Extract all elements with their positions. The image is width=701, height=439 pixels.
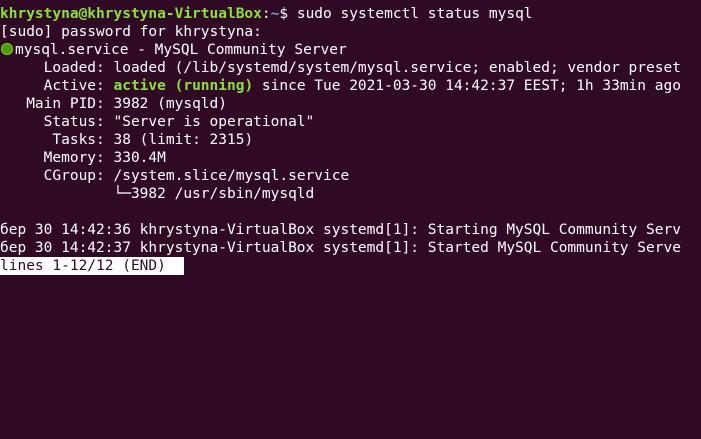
memory-line: Memory: 330.4M bbox=[0, 149, 701, 167]
active-since: since Tue 2021-03-30 14:42:37 EEST; 1h 3… bbox=[253, 78, 681, 94]
cgroup-line: CGroup: /system.slice/mysql.service bbox=[0, 167, 701, 185]
log-line: бер 30 14:42:36 khrystyna-VirtualBox sys… bbox=[0, 222, 681, 238]
pid-line: Main PID: 3982 (mysqld) bbox=[0, 95, 701, 113]
active-line: Active: active (running) since Tue 2021-… bbox=[0, 77, 701, 95]
pager-status-line: lines 1-12/12 (END) bbox=[0, 257, 701, 275]
pid-label: Main PID: bbox=[0, 96, 105, 112]
prompt-separator: : bbox=[261, 6, 271, 22]
prompt-command: sudo systemctl status mysql bbox=[288, 6, 533, 22]
active-state: active (running) bbox=[104, 78, 254, 94]
prompt-line: khrystyna@khrystyna-VirtualBox:~$ sudo s… bbox=[0, 5, 701, 23]
cgroup-value: /system.slice/mysql.service bbox=[104, 168, 350, 184]
memory-value: 330.4M bbox=[104, 150, 166, 166]
log-line: бер 30 14:42:37 khrystyna-VirtualBox sys… bbox=[0, 240, 681, 256]
terminal-window[interactable]: khrystyna@khrystyna-VirtualBox:~$ sudo s… bbox=[0, 0, 701, 439]
status-value: "Server is operational" bbox=[104, 114, 315, 130]
loaded-value: loaded (/lib/systemd/system/mysql.servic… bbox=[104, 60, 681, 76]
prompt-user-host: khrystyna@khrystyna-VirtualBox bbox=[0, 6, 262, 22]
loaded-line: Loaded: loaded (/lib/systemd/system/mysq… bbox=[0, 59, 701, 77]
tasks-label: Tasks: bbox=[0, 132, 105, 148]
status-label: Status: bbox=[0, 114, 105, 130]
status-line: Status: "Server is operational" bbox=[0, 113, 701, 131]
sudo-prompt: [sudo] password for khrystyna: bbox=[0, 24, 262, 40]
cgroup-child-line: └─3982 /usr/sbin/mysqld bbox=[0, 186, 315, 202]
pager-status: lines 1-12/12 (END) bbox=[0, 257, 184, 275]
service-name: mysql.service - MySQL Community Server bbox=[15, 42, 347, 58]
pid-value: 3982 (mysqld) bbox=[104, 96, 227, 112]
service-header: mysql.service - MySQL Community Server bbox=[0, 41, 701, 59]
memory-label: Memory: bbox=[0, 150, 105, 166]
tasks-line: Tasks: 38 (limit: 2315) bbox=[0, 131, 701, 149]
tasks-value: 38 (limit: 2315) bbox=[104, 132, 254, 148]
prompt-symbol: $ bbox=[279, 6, 289, 22]
active-label: Active: bbox=[0, 78, 105, 94]
status-dot-icon bbox=[1, 43, 13, 55]
loaded-label: Loaded: bbox=[0, 60, 105, 76]
cgroup-label: CGroup: bbox=[0, 168, 105, 184]
